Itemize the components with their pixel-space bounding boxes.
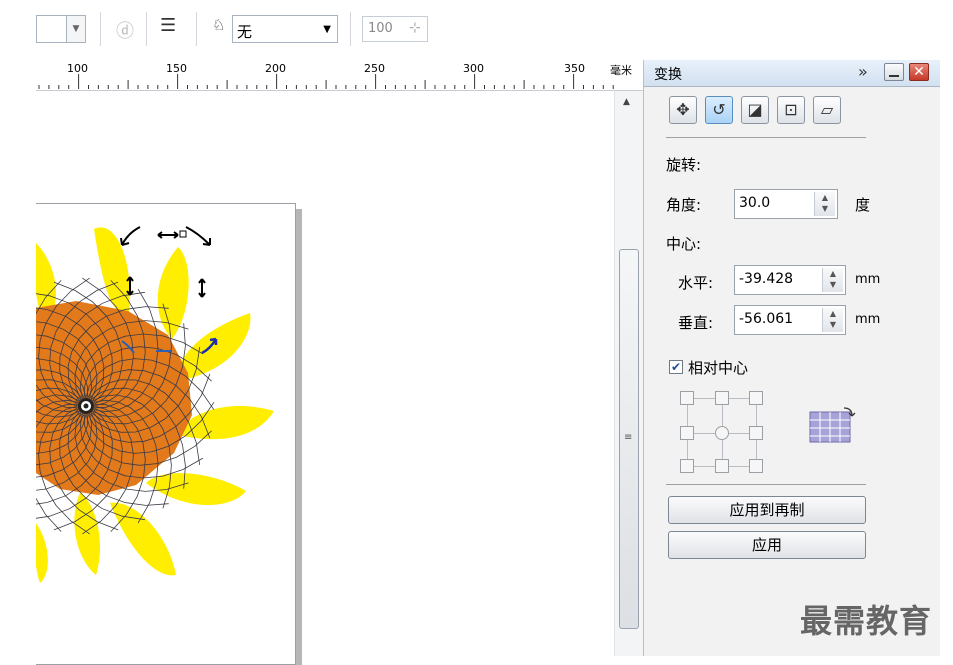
ruler-unit: 毫米 bbox=[610, 64, 632, 77]
anchor-bottom-center[interactable] bbox=[715, 459, 729, 473]
horizontal-ruler: 100 150 200 250 300 350 毫米 bbox=[36, 60, 643, 91]
minimize-button[interactable] bbox=[884, 63, 904, 81]
sunflower-drawing[interactable] bbox=[36, 203, 336, 663]
ruler-label: 300 bbox=[463, 62, 484, 75]
watermark-logo: 最需教育 bbox=[800, 602, 933, 640]
ruler-label: 100 bbox=[67, 62, 88, 75]
outline-select[interactable]: 无 ▼ bbox=[232, 15, 338, 43]
vertical-label: 垂直: bbox=[678, 314, 714, 332]
horizontal-value: -39.428 bbox=[739, 271, 794, 287]
tab-position[interactable]: ✥ bbox=[669, 96, 697, 124]
tab-rotate[interactable]: ↺ bbox=[705, 96, 733, 124]
style-dropdown[interactable]: ▼ bbox=[36, 15, 86, 43]
ruler-ticks bbox=[38, 74, 614, 89]
horizontal-label: 水平: bbox=[678, 274, 714, 292]
horizontal-unit: mm bbox=[855, 272, 881, 287]
rotation-anchor[interactable] bbox=[179, 230, 187, 238]
expand-icon[interactable]: » bbox=[858, 62, 868, 81]
chevron-down-icon: ▼ bbox=[323, 24, 331, 35]
scale-icon: ◪ bbox=[747, 100, 763, 119]
relative-center-checkbox[interactable]: ✔ bbox=[669, 360, 683, 374]
center-label: 中心: bbox=[666, 235, 702, 253]
anchor-top-center[interactable] bbox=[715, 391, 729, 405]
grip-icon: ≡ bbox=[624, 432, 633, 443]
canvas-left-edge bbox=[0, 60, 36, 656]
rotate-section-label: 旋转: bbox=[666, 156, 702, 174]
transform-docker: 变换 » ✕ ✥ ↺ ◪ ⊡ ▱ 旋转: 角度: 30.0 ▲ ▼ 度 中心: 水… bbox=[643, 60, 941, 656]
ruler-label: 150 bbox=[166, 62, 187, 75]
divider bbox=[666, 137, 866, 138]
apply-to-duplicate-button[interactable]: 应用到再制 bbox=[668, 496, 866, 524]
drawing-canvas[interactable] bbox=[36, 91, 614, 665]
position-icon: ✥ bbox=[676, 100, 690, 119]
dropdown-arrow-icon: ▼ bbox=[66, 16, 85, 42]
angle-value: 30.0 bbox=[739, 195, 771, 211]
opacity-input[interactable]: 100 ⊹ bbox=[362, 16, 428, 42]
vertical-scrollbar[interactable]: ▲ ≡ bbox=[614, 91, 643, 656]
ruler-label: 200 bbox=[265, 62, 286, 75]
ruler-label: 250 bbox=[364, 62, 385, 75]
size-icon: ⊡ bbox=[784, 100, 798, 119]
relative-center-label: 相对中心 bbox=[688, 359, 749, 377]
window-edge bbox=[940, 0, 953, 656]
docker-title: 变换 bbox=[654, 67, 682, 83]
wrap-text-icon[interactable]: ☰ bbox=[160, 15, 176, 36]
divider bbox=[666, 484, 866, 485]
anchor-top-left[interactable] bbox=[680, 391, 694, 405]
slider-icon: ⊹ bbox=[409, 20, 421, 36]
vertical-spinner[interactable]: ▲ ▼ bbox=[822, 308, 843, 332]
vertical-unit: mm bbox=[855, 312, 881, 327]
angle-label: 角度: bbox=[666, 196, 702, 214]
outline-pen-icon: ♘ bbox=[212, 16, 226, 34]
close-button[interactable]: ✕ bbox=[909, 63, 929, 81]
tab-scale-mirror[interactable]: ◪ bbox=[741, 96, 769, 124]
anchor-middle-right[interactable] bbox=[749, 426, 763, 440]
anchor-center[interactable] bbox=[715, 426, 729, 440]
outline-select-value: 无 bbox=[237, 23, 253, 41]
rotate-preview-icon bbox=[809, 407, 856, 443]
vertical-value: -56.061 bbox=[739, 311, 794, 327]
anchor-bottom-left[interactable] bbox=[680, 459, 694, 473]
anchor-middle-left[interactable] bbox=[680, 426, 694, 440]
rotate-icon: ↺ bbox=[712, 100, 726, 119]
angle-unit: 度 bbox=[855, 196, 871, 214]
disabled-tool-icon: ⓓ bbox=[116, 21, 134, 42]
opacity-value: 100 bbox=[368, 21, 393, 36]
vertical-input[interactable]: -56.061 ▲ ▼ bbox=[734, 305, 846, 335]
tab-size[interactable]: ⊡ bbox=[777, 96, 805, 124]
docker-title-bar: 变换 » ✕ bbox=[644, 60, 941, 87]
angle-spinner[interactable]: ▲ ▼ bbox=[814, 192, 835, 216]
property-toolbar: ▼ ⓓ ☰ ♘ 无 ▼ 100 ⊹ bbox=[0, 0, 940, 60]
scroll-up-icon[interactable]: ▲ bbox=[623, 97, 630, 107]
tab-skew[interactable]: ▱ bbox=[813, 96, 841, 124]
angle-input[interactable]: 30.0 ▲ ▼ bbox=[734, 189, 838, 219]
scroll-thumb[interactable]: ≡ bbox=[619, 249, 639, 629]
apply-button[interactable]: 应用 bbox=[668, 531, 866, 559]
ruler-label: 350 bbox=[564, 62, 585, 75]
horizontal-spinner[interactable]: ▲ ▼ bbox=[822, 268, 843, 292]
anchor-bottom-right[interactable] bbox=[749, 459, 763, 473]
horizontal-input[interactable]: -39.428 ▲ ▼ bbox=[734, 265, 846, 295]
skew-icon: ▱ bbox=[820, 100, 834, 119]
anchor-top-right[interactable] bbox=[749, 391, 763, 405]
